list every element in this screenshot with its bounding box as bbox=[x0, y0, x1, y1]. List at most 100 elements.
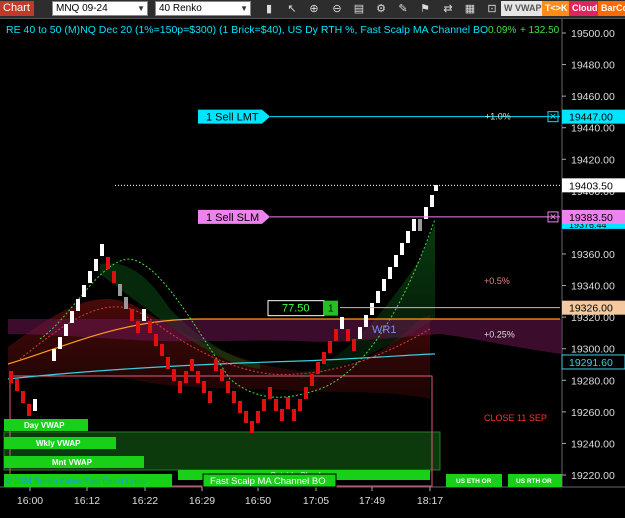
down-brick bbox=[15, 379, 19, 391]
up-brick bbox=[406, 231, 410, 243]
chart-toolbar: Chart MNQ 09-24 ▼ 40 Renko ▼ ▮ ↖ ⊕ ⊖ ▤ ⚙… bbox=[0, 0, 625, 19]
down-brick bbox=[232, 391, 236, 403]
axis-sell-lmt-price: 19447.00 bbox=[569, 112, 613, 124]
chart-tab-label: Chart bbox=[3, 2, 30, 14]
down-brick bbox=[274, 399, 278, 411]
up-brick bbox=[394, 255, 398, 267]
down-brick bbox=[262, 399, 266, 411]
down-brick bbox=[130, 309, 134, 321]
up-brick bbox=[33, 399, 37, 411]
chart-panel[interactable]: 19500.00 19480.00 19460.00 19440.00 19420.00… bbox=[0, 19, 625, 518]
pct-05-label: +0.5% bbox=[484, 276, 510, 286]
mnt-vwap-label: Mnt VWAP bbox=[52, 458, 93, 467]
down-brick bbox=[328, 341, 332, 353]
w-vwap-button[interactable]: W VWAP bbox=[501, 1, 545, 16]
down-brick bbox=[106, 257, 110, 269]
mnt-vwap-button[interactable]: Mnt VWAP bbox=[4, 456, 144, 468]
price-tick-label: 19280.00 bbox=[571, 375, 615, 387]
chevron-down-icon: ▼ bbox=[137, 4, 145, 13]
up-brick bbox=[58, 337, 62, 349]
svg-text:✕: ✕ bbox=[549, 112, 557, 122]
sell-lmt-marker[interactable]: 1 Sell LMT bbox=[198, 109, 270, 124]
svg-text:✕: ✕ bbox=[549, 212, 557, 222]
up-brick bbox=[430, 195, 434, 207]
settings-icon[interactable]: ⚙ bbox=[374, 2, 388, 16]
price-tick-label: 19220.00 bbox=[571, 470, 615, 482]
pct-025-label: +0.25% bbox=[484, 330, 515, 340]
neutral-brick bbox=[124, 297, 128, 309]
down-brick bbox=[172, 369, 176, 381]
data-box-icon[interactable]: ▦ bbox=[463, 2, 477, 16]
top-right-prefix: 0.09% bbox=[488, 25, 516, 36]
down-brick bbox=[280, 409, 284, 421]
barco-button[interactable]: BarCo bbox=[598, 1, 625, 16]
instrument-value: MNQ 09-24 bbox=[56, 3, 108, 14]
chart-trader-icon[interactable]: ⇄ bbox=[441, 2, 455, 16]
w-vwap-label: W VWAP bbox=[504, 3, 542, 13]
time-tick-label: 16:12 bbox=[74, 495, 100, 507]
up-brick bbox=[70, 311, 74, 323]
down-brick bbox=[238, 401, 242, 413]
down-brick bbox=[268, 387, 272, 399]
cloud-label: Cloud bbox=[572, 3, 598, 13]
down-brick bbox=[9, 371, 13, 383]
price-tick-label: 19240.00 bbox=[571, 438, 615, 450]
us-eth-or-button[interactable]: US ETH OR bbox=[446, 474, 502, 487]
down-brick bbox=[166, 357, 170, 369]
up-brick bbox=[388, 267, 392, 279]
sell-lmt-label: 1 Sell LMT bbox=[206, 112, 259, 124]
properties-icon[interactable]: ▤ bbox=[352, 2, 366, 16]
us-rth-or-button[interactable]: US RTH OR bbox=[508, 474, 562, 487]
day-vwap-button[interactable]: Day VWAP bbox=[4, 419, 88, 431]
drawing-tools-icon[interactable]: ✎ bbox=[396, 2, 410, 16]
axis-orange-price: 19326.00 bbox=[569, 303, 613, 315]
down-brick bbox=[136, 321, 140, 333]
position-qty: 1 bbox=[328, 304, 334, 315]
down-brick bbox=[346, 329, 350, 341]
sell-slm-close-icon[interactable]: ✕ bbox=[547, 211, 559, 223]
time-tick-label: 18:17 bbox=[417, 495, 443, 507]
position-marker[interactable]: 77.50 1 bbox=[267, 300, 338, 317]
up-brick bbox=[434, 185, 438, 191]
up-brick bbox=[94, 259, 98, 271]
down-brick bbox=[250, 421, 254, 433]
cursor-icon[interactable]: ↖ bbox=[285, 2, 299, 16]
sell-slm-label: 1 Sell SLM bbox=[206, 212, 259, 224]
fast-scalp-button[interactable]: Fast Scalp MA Channel BO bbox=[202, 473, 337, 488]
t-k-button[interactable]: T<>K bbox=[542, 1, 571, 16]
strategy-icon[interactable]: ⚑ bbox=[418, 2, 432, 16]
instrument-select[interactable]: MNQ 09-24 ▼ bbox=[52, 1, 148, 16]
copyright-label: © 2024 Renko-Kaiser Fast Cloud Lines bbox=[6, 477, 145, 486]
down-brick bbox=[244, 411, 248, 423]
price-tick-label: 19500.00 bbox=[571, 28, 615, 40]
zoom-in-icon[interactable]: ⊕ bbox=[307, 2, 321, 16]
down-brick bbox=[148, 321, 152, 333]
up-brick bbox=[88, 271, 92, 283]
time-tick-label: 17:49 bbox=[359, 495, 385, 507]
down-brick bbox=[27, 404, 31, 416]
barco-label: BarCo bbox=[601, 3, 625, 13]
up-brick bbox=[370, 303, 374, 315]
zoom-out-icon[interactable]: ⊖ bbox=[330, 2, 344, 16]
cloud-button[interactable]: Cloud bbox=[569, 1, 601, 16]
up-brick bbox=[376, 291, 380, 303]
chart-tab[interactable]: Chart bbox=[0, 1, 34, 16]
bar-type-select[interactable]: 40 Renko ▼ bbox=[155, 1, 251, 16]
wkly-vwap-button[interactable]: Wkly VWAP bbox=[4, 437, 116, 449]
price-tick-label: 19260.00 bbox=[571, 407, 615, 419]
down-brick bbox=[196, 371, 200, 383]
up-brick bbox=[400, 243, 404, 255]
down-brick bbox=[208, 391, 212, 403]
bar-chart-icon[interactable]: ▮ bbox=[262, 2, 276, 16]
copyright-bar: © 2024 Renko-Kaiser Fast Cloud Lines bbox=[4, 474, 172, 487]
sell-slm-marker[interactable]: 1 Sell SLM bbox=[198, 209, 270, 224]
instrument-link-icon[interactable]: ⊡ bbox=[485, 2, 499, 16]
down-brick bbox=[352, 339, 356, 351]
axis-sell-slm-price: 19383.50 bbox=[569, 212, 613, 224]
us-eth-or-label: US ETH OR bbox=[456, 478, 492, 485]
bar-type-value: 40 Renko bbox=[159, 3, 202, 14]
down-brick bbox=[286, 397, 290, 409]
down-brick bbox=[256, 411, 260, 423]
up-brick bbox=[340, 317, 344, 329]
sell-lmt-close-icon[interactable]: ✕ bbox=[547, 111, 559, 123]
